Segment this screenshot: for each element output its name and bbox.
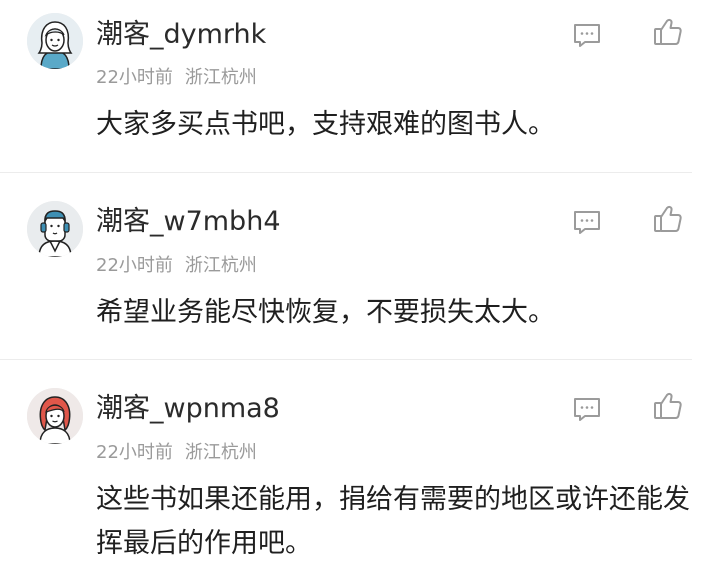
reply-icon[interactable] [570, 392, 604, 426]
comment-item: 潮客_w7mbh4 22小时前 浙江杭州 希望业务能尽快恢复，不要损失太大。 [0, 173, 720, 359]
reply-icon[interactable] [570, 18, 604, 52]
avatar[interactable] [27, 201, 83, 257]
comment-meta: 22小时前 浙江杭州 [96, 255, 257, 277]
avatar-boy-icon [27, 201, 83, 257]
thumbs-up-icon[interactable] [651, 389, 685, 423]
timestamp: 22小时前 [96, 442, 173, 463]
avatar-girl-redhair-icon [27, 388, 83, 444]
comment-item: 潮客_wpnma8 22小时前 浙江杭州 这些书如果还能用，捐给有需要的地区或许还… [0, 360, 720, 580]
avatar[interactable] [27, 388, 83, 444]
reply-icon[interactable] [570, 205, 604, 239]
comment-meta: 22小时前 浙江杭州 [96, 442, 257, 464]
comment-text: 希望业务能尽快恢复，不要损失太大。 [96, 297, 555, 328]
comment-text: 这些书如果还能用，捐给有需要的地区或许还能发挥最后的作用吧。 [96, 484, 690, 559]
timestamp: 22小时前 [96, 67, 173, 88]
comment-item: 潮客_dymrhk 22小时前 浙江杭州 大家多买点书吧，支持艰难的图书人。 [0, 0, 720, 172]
avatar-girl-icon [27, 13, 83, 69]
location: 浙江杭州 [184, 255, 257, 276]
username[interactable]: 潮客_dymrhk [96, 18, 266, 52]
timestamp: 22小时前 [96, 255, 173, 276]
location: 浙江杭州 [184, 67, 257, 88]
comment-text: 大家多买点书吧，支持艰难的图书人。 [96, 109, 555, 140]
thumbs-up-icon[interactable] [651, 202, 685, 236]
location: 浙江杭州 [184, 442, 257, 463]
comment-meta: 22小时前 浙江杭州 [96, 67, 257, 89]
avatar[interactable] [27, 13, 83, 69]
thumbs-up-icon[interactable] [651, 15, 685, 49]
username[interactable]: 潮客_w7mbh4 [96, 205, 281, 239]
username[interactable]: 潮客_wpnma8 [96, 392, 280, 426]
